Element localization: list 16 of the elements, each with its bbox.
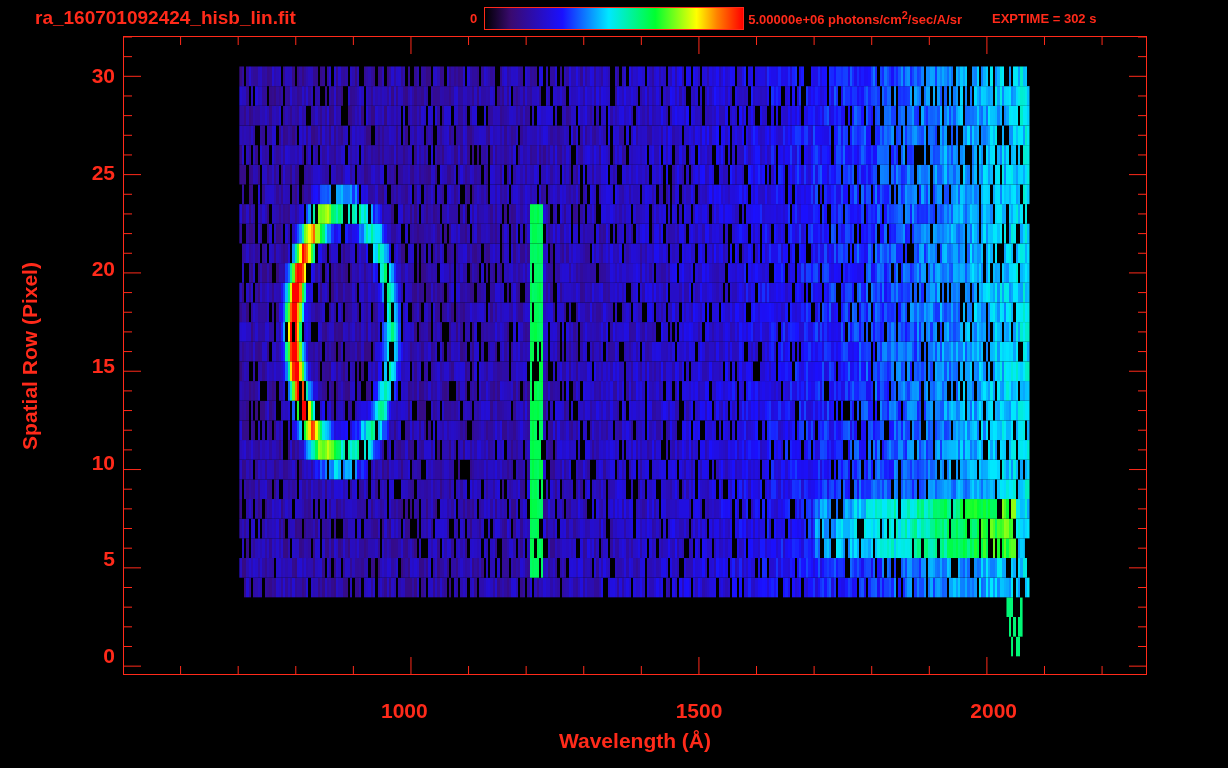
file-name: ra_160701092424_hisb_lin.fit xyxy=(35,7,297,29)
exposure-time: EXPTIME = 302 s xyxy=(992,10,1097,26)
y-axis-label: Spatial Row (Pixel) xyxy=(18,261,42,450)
y-tick-label: 30 xyxy=(91,64,115,88)
y-tick-label: 25 xyxy=(91,160,115,185)
x-axis-label: Wavelength (Å) xyxy=(558,729,712,753)
y-tick-label: 0 xyxy=(103,643,115,668)
colorbar-max-label: 5.00000e+06 photons/cm$^{2}$/sec/A/sr xyxy=(748,8,963,28)
colorbar-min-label: 0 xyxy=(470,10,478,26)
x-tick-label: 1000 xyxy=(381,699,428,723)
x-tick-label: 1500 xyxy=(675,699,723,723)
y-tick-label: 15 xyxy=(91,353,115,378)
y-tick-label: 10 xyxy=(91,450,115,475)
y-tick-label: 20 xyxy=(91,257,115,282)
x-tick-label: 2000 xyxy=(970,699,1017,723)
y-tick-label: 5 xyxy=(103,547,115,572)
